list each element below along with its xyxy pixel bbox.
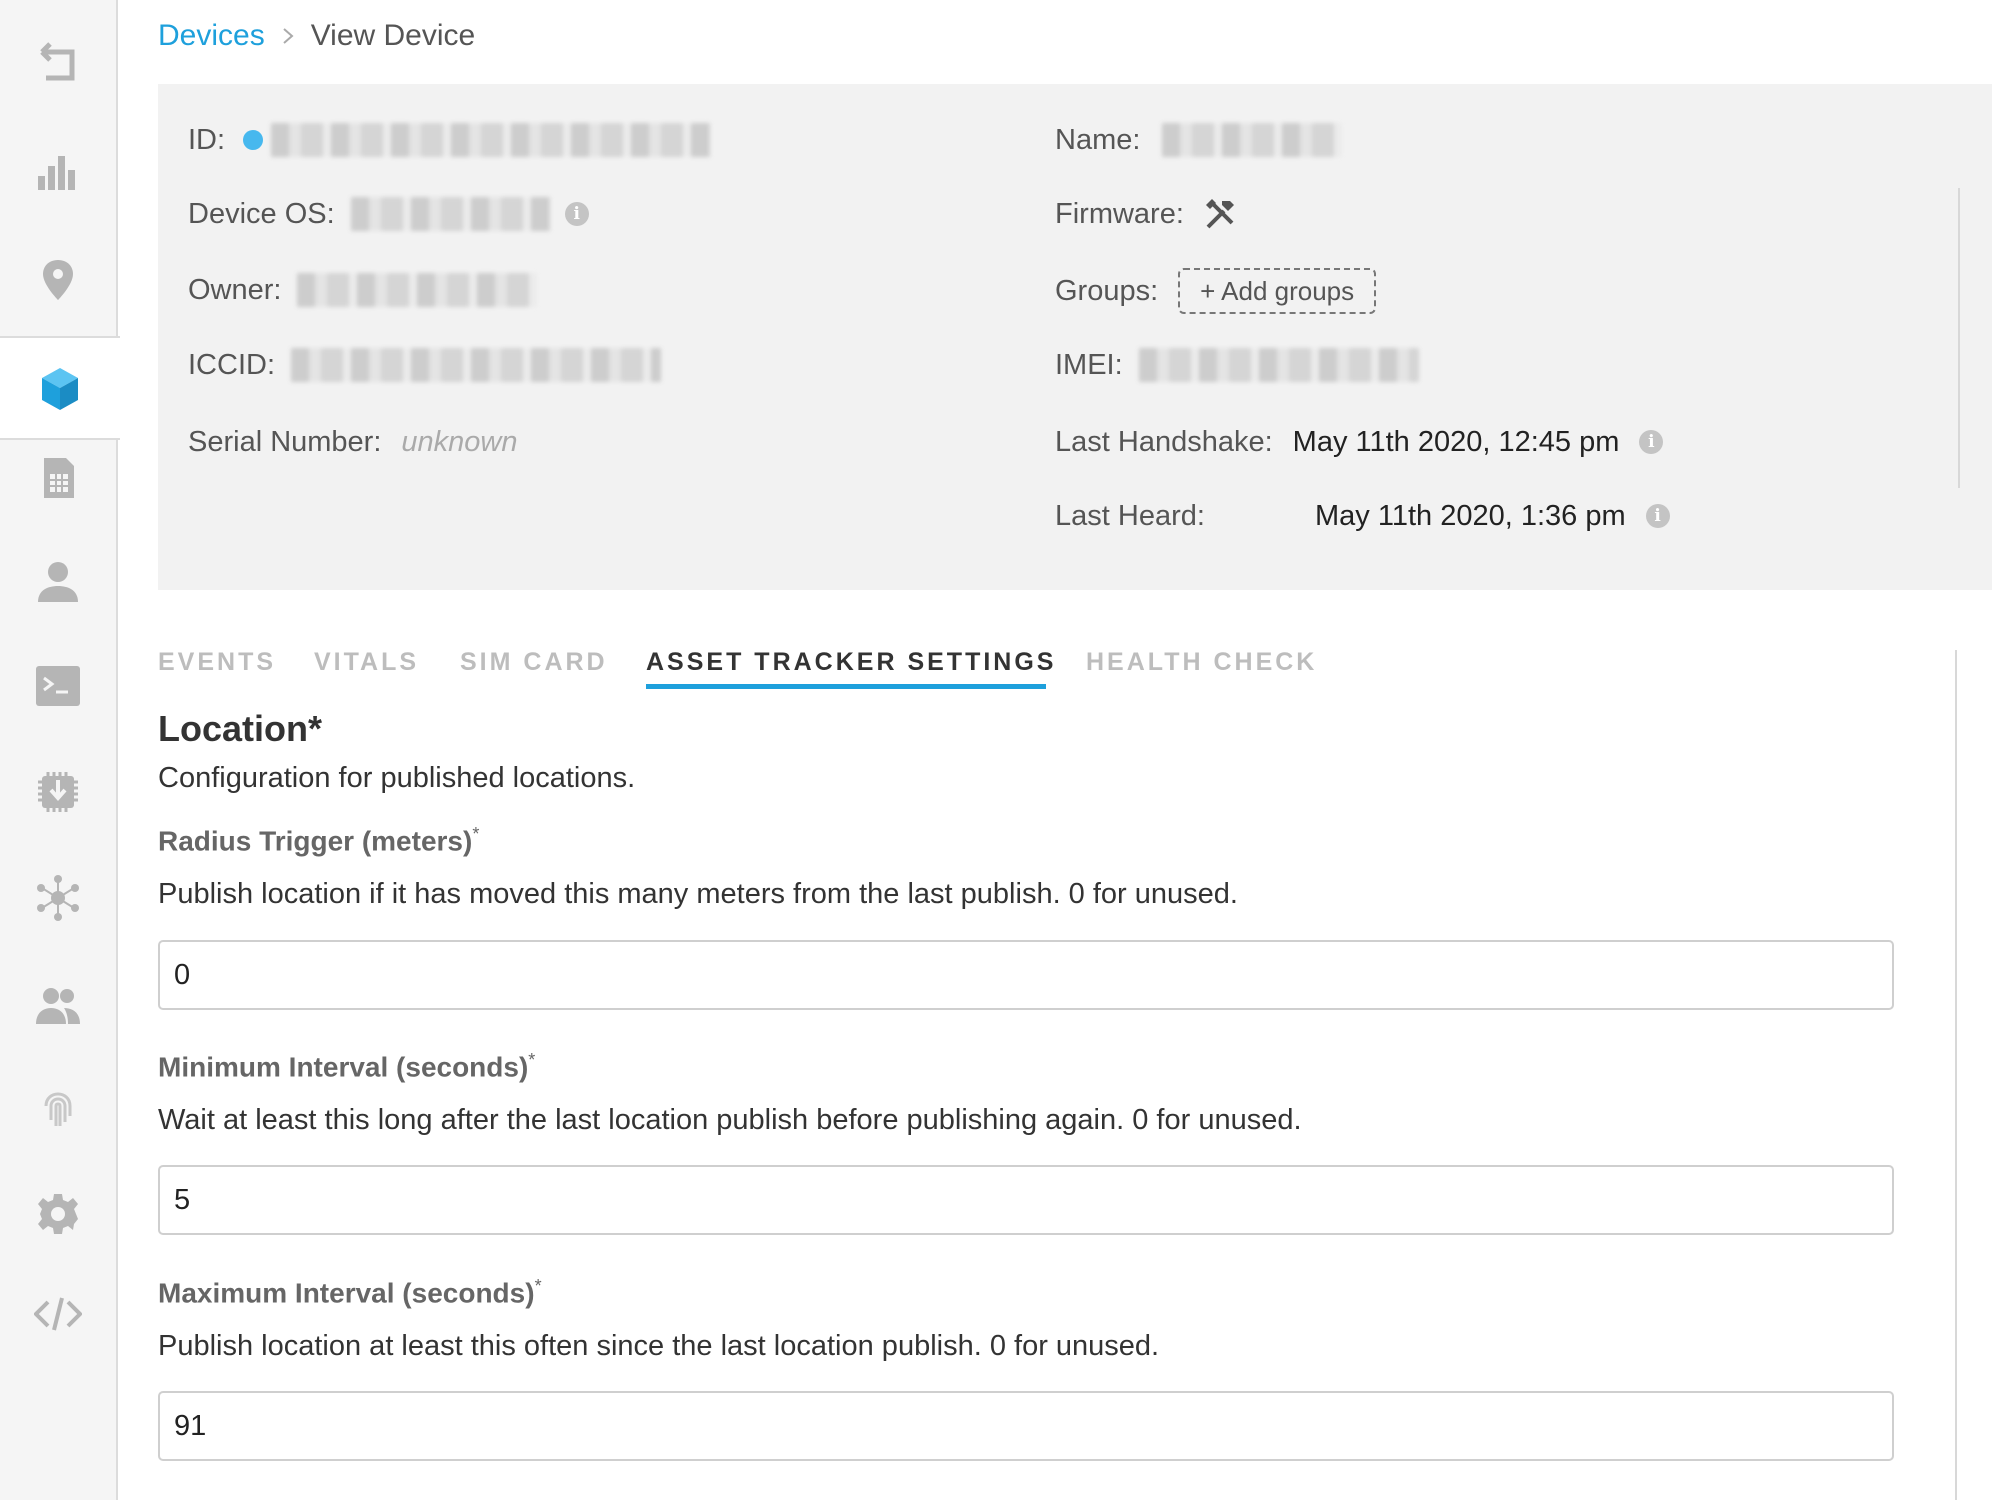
sidebar (0, 0, 120, 1500)
required-mark: * (534, 1276, 542, 1296)
device-id-value-redacted (271, 123, 712, 157)
iccid-row: ICCID: (188, 343, 661, 387)
last-heard-value: May 11th 2020, 1:36 pm (1315, 499, 1626, 532)
device-cube-icon (42, 368, 78, 410)
sidebar-item-developer[interactable] (0, 1262, 116, 1366)
owner-label: Owner: (188, 273, 282, 306)
owner-row: Owner: (188, 268, 538, 312)
tab-label: VITALS (314, 648, 420, 676)
minimum-interval-input[interactable] (158, 1165, 1894, 1235)
device-os-label: Device OS: (188, 197, 335, 230)
iccid-value-redacted (291, 348, 661, 382)
imei-row: IMEI: (1055, 343, 1419, 387)
chevron-right-icon (281, 26, 295, 46)
firmware-row: Firmware: (1055, 192, 1238, 236)
tab-label: SIM CARD (460, 648, 608, 676)
sidebar-item-sims[interactable] (0, 426, 116, 530)
owner-value-redacted (297, 273, 538, 307)
field-label-text: Radius Trigger (meters) (158, 825, 473, 857)
fingerprint-icon (44, 1092, 72, 1126)
team-icon (36, 988, 80, 1024)
iccid-label: ICCID: (188, 348, 275, 381)
back-icon (40, 42, 75, 81)
serial-number-row: Serial Number: unknown (188, 420, 518, 464)
panel-divider (1958, 188, 1960, 488)
bar-chart-icon (38, 156, 75, 190)
radius-trigger-label: Radius Trigger (meters)* (158, 824, 479, 857)
breadcrumb: Devices View Device (158, 14, 475, 58)
device-id-row: ID: (188, 118, 712, 162)
terminal-icon (36, 666, 80, 706)
tab-asset-tracker-settings[interactable]: ASSET TRACKER SETTINGS (646, 648, 1053, 692)
imei-label: IMEI: (1055, 348, 1123, 381)
minimum-interval-label: Minimum Interval (seconds)* (158, 1050, 535, 1083)
sidebar-item-team[interactable] (0, 954, 116, 1058)
content-divider (1955, 650, 1957, 1500)
maximum-interval-input[interactable] (158, 1391, 1894, 1461)
sidebar-item-back[interactable] (0, 10, 116, 114)
last-handshake-value: May 11th 2020, 12:45 pm (1292, 425, 1620, 458)
add-groups-button[interactable]: + Add groups (1178, 268, 1377, 314)
info-icon[interactable]: i (1645, 504, 1670, 528)
sidebar-item-integrations[interactable] (0, 846, 116, 950)
sim-card-icon (44, 458, 74, 498)
firmware-chip-icon (38, 772, 78, 812)
groups-label: Groups: (1055, 274, 1159, 307)
last-heard-label: Last Heard: (1055, 499, 1205, 532)
section-title: Location* (158, 708, 323, 749)
imei-value-redacted (1138, 348, 1419, 382)
tools-icon (1204, 197, 1238, 231)
breadcrumb-devices-link[interactable]: Devices (158, 19, 265, 53)
sidebar-item-firmware[interactable] (0, 740, 116, 844)
minimum-interval-help: Wait at least this long after the last l… (158, 1104, 1302, 1136)
active-tab-underline (646, 684, 1046, 689)
serial-number-label: Serial Number: (188, 425, 382, 458)
tab-label: EVENTS (158, 648, 277, 676)
sidebar-item-maps[interactable] (0, 228, 116, 332)
tab-health-check[interactable]: HEALTH CHECK (1086, 648, 1317, 692)
tab-vitals[interactable]: VITALS (314, 648, 419, 692)
firmware-label: Firmware: (1055, 197, 1184, 230)
info-icon[interactable]: i (564, 202, 589, 226)
tab-sim-card[interactable]: SIM CARD (460, 648, 608, 692)
device-name-row: Name: (1055, 118, 1343, 162)
field-label-text: Minimum Interval (seconds) (158, 1051, 529, 1083)
location-pin-icon (43, 260, 73, 300)
breadcrumb-current: View Device (310, 19, 476, 52)
device-os-value-redacted (350, 197, 551, 231)
sidebar-item-devices[interactable] (0, 336, 120, 440)
integrations-hub-icon (37, 875, 79, 921)
tab-label: ASSET TRACKER SETTINGS (646, 648, 1057, 676)
code-icon (34, 1297, 82, 1331)
info-icon[interactable]: i (1639, 430, 1664, 454)
section-description: Configuration for published locations. (158, 762, 636, 794)
settings-gear-icon (38, 1194, 78, 1234)
maximum-interval-label: Maximum Interval (seconds)* (158, 1276, 542, 1309)
device-name-value-redacted (1162, 123, 1343, 157)
sidebar-item-authentication[interactable] (0, 1058, 116, 1162)
sidebar-item-analytics[interactable] (0, 120, 116, 224)
radius-trigger-input[interactable] (158, 940, 1894, 1010)
user-icon (38, 562, 78, 602)
field-label-text: Maximum Interval (seconds) (158, 1277, 535, 1309)
tab-label: HEALTH CHECK (1086, 648, 1318, 676)
groups-row: Groups: + Add groups (1055, 268, 1377, 314)
required-mark: * (472, 824, 480, 844)
device-os-row: Device OS: i (188, 192, 589, 236)
last-handshake-row: Last Handshake: May 11th 2020, 12:45 pm … (1055, 420, 1664, 464)
last-heard-row: Last Heard: May 11th 2020, 1:36 pm i (1055, 494, 1670, 538)
sidebar-item-settings[interactable] (0, 1162, 116, 1266)
last-handshake-label: Last Handshake: (1055, 425, 1273, 458)
serial-number-value: unknown (401, 425, 518, 458)
online-status-dot-icon (243, 130, 264, 150)
sidebar-item-customers[interactable] (0, 530, 116, 634)
sidebar-item-console[interactable] (0, 634, 116, 738)
required-mark: * (528, 1050, 536, 1070)
device-name-label: Name: (1055, 123, 1141, 156)
tab-events[interactable]: EVENTS (158, 648, 276, 692)
device-id-label: ID: (188, 123, 226, 156)
device-info-panel: ID: Device OS: i Owner: ICCID: Serial Nu… (158, 84, 1992, 590)
maximum-interval-help: Publish location at least this often sin… (158, 1330, 1160, 1362)
radius-trigger-help: Publish location if it has moved this ma… (158, 878, 1238, 910)
